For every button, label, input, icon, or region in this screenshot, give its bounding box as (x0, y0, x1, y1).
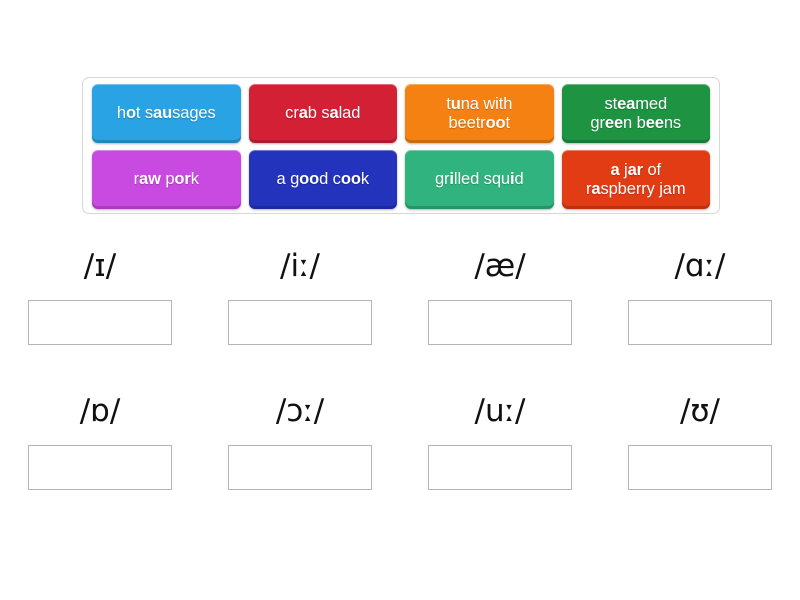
tile-bank-row-1: hot sausages crab salad tuna with beetroo… (88, 84, 714, 143)
phoneme-label-i-long: /iː/ (280, 248, 320, 284)
answer-zone-ae: /æ/ (400, 248, 600, 345)
word-tile-raw-pork[interactable]: raw pork (92, 150, 241, 209)
answer-zone-i-short: /ɪ/ (0, 248, 200, 345)
phoneme-label-o-short: /ɒ/ (79, 393, 121, 429)
word-tile-tuna-with-beetroot[interactable]: tuna with beetroot (405, 84, 554, 143)
phoneme-label-u-long: /uː/ (474, 393, 526, 429)
answer-zone-o-short: /ɒ/ (0, 393, 200, 490)
phoneme-label-i-short: /ɪ/ (83, 248, 117, 284)
answer-zone-row-1: /ɪ/ /iː/ /æ/ /ɑː/ (0, 248, 800, 345)
word-tile-bank: hot sausages crab salad tuna with beetroo… (82, 77, 720, 214)
drop-box-o-short[interactable] (28, 445, 172, 490)
phoneme-label-ae: /æ/ (474, 248, 526, 284)
answer-zone-u-long: /uː/ (400, 393, 600, 490)
phoneme-label-a-long: /ɑː/ (674, 248, 726, 284)
word-tile-crab-salad[interactable]: crab salad (248, 84, 397, 143)
word-tile-a-good-cook[interactable]: a good cook (248, 150, 397, 209)
drop-box-a-long[interactable] (628, 300, 772, 345)
phoneme-label-open-o-long: /ɔː/ (275, 393, 325, 429)
answer-zone-open-o-long: /ɔː/ (200, 393, 400, 490)
answer-zone-i-long: /iː/ (200, 248, 400, 345)
drop-box-i-short[interactable] (28, 300, 172, 345)
tile-bank-row-2: raw pork a good cook grilled squid a jar… (88, 150, 714, 209)
drop-box-u-long[interactable] (428, 445, 572, 490)
drop-box-ae[interactable] (428, 300, 572, 345)
answer-zone-u-short: /ʊ/ (600, 393, 800, 490)
word-tile-grilled-squid[interactable]: grilled squid (405, 150, 554, 209)
answer-zone-row-2: /ɒ/ /ɔː/ /uː/ /ʊ/ (0, 393, 800, 490)
word-tile-hot-sausages[interactable]: hot sausages (92, 84, 241, 143)
drop-box-open-o-long[interactable] (228, 445, 372, 490)
phoneme-label-u-short: /ʊ/ (679, 393, 721, 429)
drop-box-i-long[interactable] (228, 300, 372, 345)
word-tile-steamed-green-beens[interactable]: steamed green beens (561, 84, 710, 143)
answer-zone-a-long: /ɑː/ (600, 248, 800, 345)
word-tile-a-jar-of-raspberry-jam[interactable]: a jar of raspberry jam (561, 150, 710, 209)
drop-box-u-short[interactable] (628, 445, 772, 490)
